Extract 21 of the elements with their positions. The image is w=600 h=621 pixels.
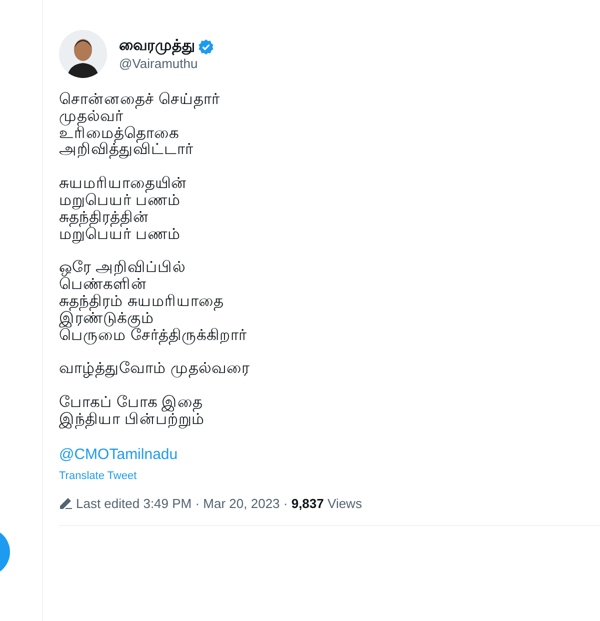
tweet-line: சொன்னதைச் செய்தார் <box>59 92 220 109</box>
avatar[interactable] <box>59 30 107 78</box>
tweet-line: மறுபெயர் பணம் <box>59 192 180 210</box>
author-name[interactable]: வைரமுத்து <box>119 37 195 56</box>
tweet-line: ஒரே அறிவிப்பில் <box>59 260 186 277</box>
tweet-line: இந்தியா பின்பற்றும் <box>59 412 204 429</box>
pencil-icon <box>59 496 73 510</box>
tweet-line: பெருமை சேர்த்திருக்கிறார் <box>59 328 246 344</box>
tweet-line: போகப் போக இதை <box>59 395 203 412</box>
tweet-line: பெண்களின் <box>59 277 147 294</box>
tweet-line: உரிமைத்தொகை <box>59 126 179 142</box>
tweet-line: முதல்வர் <box>59 108 123 126</box>
tweet-line: சுதந்திரம் சுயமரியாதை <box>59 294 224 311</box>
tweet-line: அறிவித்துவிட்டார் <box>59 142 193 160</box>
tweet-line: சுயமரியாதையின் <box>59 176 187 193</box>
tweet-line: இரண்டுக்கும் <box>59 310 154 328</box>
tweet-line: மறுபெயர் பணம் <box>59 226 180 244</box>
edit-info[interactable]: Last edited 3:49 PM · Mar 20, 2023 · 9,837 Views <box>76 496 362 511</box>
author-handle[interactable]: @Vairamuthu <box>119 56 214 71</box>
tweet-line: வாழ்த்துவோம் முதல்வரை <box>59 361 250 378</box>
tweet-line: சுதந்திரத்தின் <box>59 210 149 227</box>
